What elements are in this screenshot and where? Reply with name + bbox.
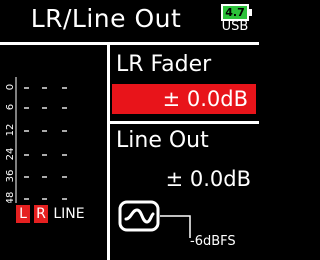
meter-dash-r-24 bbox=[42, 154, 47, 156]
level-meter: 0 6 12 24 36 48 bbox=[4, 77, 104, 204]
battery-indicator: 4.7 USB bbox=[221, 4, 252, 34]
meter-dash-r-6 bbox=[42, 107, 47, 109]
meter-dash-r-36 bbox=[42, 176, 47, 178]
scale-label-6: 6 bbox=[5, 104, 16, 110]
meter-dash-line-24 bbox=[62, 154, 67, 156]
scale-label-0: 0 bbox=[5, 84, 16, 90]
line-out-value[interactable]: ± 0.0dB bbox=[166, 164, 251, 194]
meter-dash-r-48 bbox=[42, 198, 47, 200]
meter-segments bbox=[24, 87, 67, 200]
meter-dash-l-0 bbox=[24, 87, 29, 89]
lr-fader-value: ± 0.0dB bbox=[162, 87, 248, 111]
meter-dash-l-12 bbox=[24, 130, 29, 132]
wave-filter-icon[interactable] bbox=[118, 200, 160, 232]
meter-dash-l-24 bbox=[24, 154, 29, 156]
scale-label-36: 36 bbox=[5, 170, 16, 183]
section-divider bbox=[110, 121, 259, 124]
power-source-label: USB bbox=[221, 19, 249, 34]
page-title: LR/Line Out bbox=[30, 4, 182, 33]
channel-label-r: R bbox=[34, 205, 48, 223]
channel-label-l: L bbox=[16, 205, 30, 223]
meter-dash-r-12 bbox=[42, 130, 47, 132]
meter-dash-line-36 bbox=[62, 176, 67, 178]
meter-scale: 0 6 12 24 36 48 bbox=[5, 77, 67, 204]
lr-fader-value-field[interactable]: ± 0.0dB bbox=[112, 84, 256, 114]
channel-label-line: LINE bbox=[53, 206, 85, 222]
meter-dash-l-48 bbox=[24, 198, 29, 200]
column-divider bbox=[107, 45, 110, 260]
meter-dash-line-0 bbox=[62, 87, 67, 89]
scale-label-24: 24 bbox=[5, 148, 16, 161]
meter-dash-l-6 bbox=[24, 107, 29, 109]
meter-dash-line-6 bbox=[62, 107, 67, 109]
scale-label-12: 12 bbox=[5, 124, 16, 137]
header-divider bbox=[0, 42, 259, 45]
line-out-label: Line Out bbox=[116, 128, 209, 153]
line-out-level-label: -6dBFS bbox=[190, 234, 236, 249]
meter-dash-line-48 bbox=[62, 198, 67, 200]
meter-dash-line-12 bbox=[62, 130, 67, 132]
scale-label-48: 48 bbox=[5, 192, 16, 203]
meter-dash-r-0 bbox=[42, 87, 47, 89]
meter-dash-l-36 bbox=[24, 176, 29, 178]
lr-fader-label: LR Fader bbox=[116, 52, 212, 77]
